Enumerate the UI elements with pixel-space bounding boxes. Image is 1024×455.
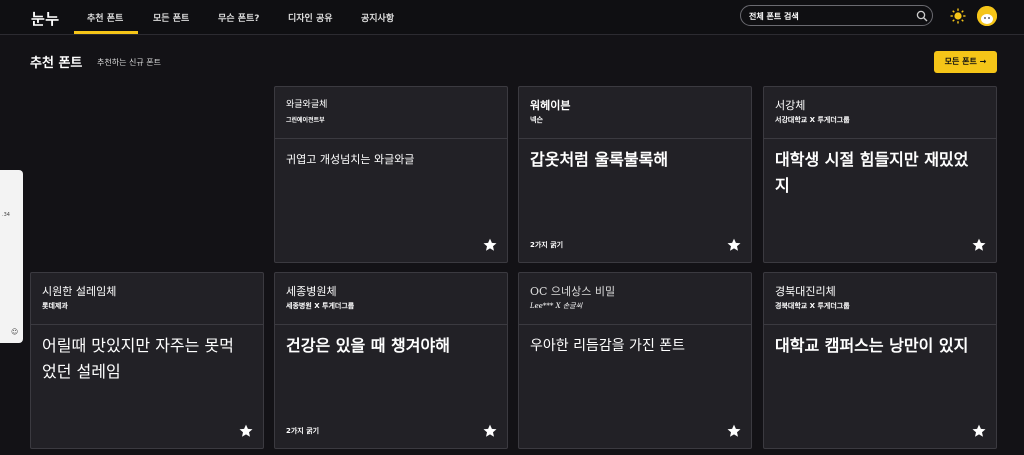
font-sample-text: 어릴때 맛있지만 자주는 못먹었던 설레임: [42, 336, 234, 381]
all-fonts-button[interactable]: 모든 폰트 →: [934, 51, 997, 73]
nav-all-fonts[interactable]: 모든 폰트: [153, 11, 189, 24]
font-card[interactable]: 시원한 설레임체 롯데제과 어릴때 맛있지만 자주는 못먹었던 설레임: [30, 272, 264, 449]
font-name: OC 으네상스 비밀: [530, 285, 616, 298]
star-icon[interactable]: [972, 238, 986, 252]
font-maker: 경북대학교 X 투게더그룹: [775, 302, 850, 310]
section-subtitle: 추천하는 신규 폰트: [97, 58, 161, 67]
font-sample-text: 우아한 리듬감을 가진 폰트: [530, 338, 686, 354]
side-widget[interactable]: .34 ☺: [0, 170, 23, 343]
font-maker: 넥슨: [530, 116, 543, 124]
active-nav-indicator: [74, 31, 138, 34]
font-weights: 2가지 굵기: [286, 427, 320, 435]
font-name: 서강체: [775, 99, 806, 112]
star-icon[interactable]: [483, 238, 497, 252]
sun-icon[interactable]: [950, 8, 966, 24]
font-card[interactable]: OC 으네상스 비밀 Lee*** X 손글씨 우아한 리듬감을 가진 폰트: [518, 272, 752, 449]
font-card-header: 워헤이븐 넥슨: [519, 87, 751, 139]
avatar[interactable]: [977, 6, 997, 26]
font-weights: 2가지 굵기: [530, 241, 564, 249]
font-sample-text: 귀엽고 개성넘치는 와글와글: [286, 153, 415, 166]
font-card-header: 세종병원체 세종병원 X 투게더그룹: [275, 273, 507, 325]
font-card[interactable]: 경북대진리체 경북대학교 X 투게더그룹 대학교 캠퍼스는 낭만이 있지: [763, 272, 997, 449]
font-card-header: 와글와글체 그린에이전트부: [275, 87, 507, 139]
nav-recommended-fonts[interactable]: 추천 폰트: [87, 11, 123, 24]
font-name: 경북대진리체: [775, 285, 836, 298]
font-card[interactable]: 서강체 서강대학교 X 투게더그룹 대학생 시절 힘들지만 재밌었지: [763, 86, 997, 263]
nav-notice[interactable]: 공지사항: [361, 11, 394, 24]
font-sample-text: 갑옷처럼 울록불록해: [530, 150, 669, 169]
star-icon[interactable]: [239, 424, 253, 438]
search-box: [740, 5, 933, 26]
nav-design-share[interactable]: 디자인 공유: [288, 11, 333, 24]
star-icon[interactable]: [483, 424, 497, 438]
font-name: 시원한 설레임체: [42, 285, 117, 298]
side-widget-number: .34: [2, 212, 10, 218]
font-maker: 롯데제과: [42, 302, 68, 310]
font-card-header: 경북대진리체 경북대학교 X 투게더그룹: [764, 273, 996, 325]
font-card-header: OC 으네상스 비밀 Lee*** X 손글씨: [519, 273, 751, 325]
site-logo[interactable]: 눈누: [31, 8, 60, 29]
font-card[interactable]: 워헤이븐 넥슨 갑옷처럼 울록불록해 2가지 굵기: [518, 86, 752, 263]
font-maker: 그린에이전트부: [286, 117, 325, 124]
nav-what-font[interactable]: 무슨 폰트?: [218, 11, 259, 24]
font-maker: 서강대학교 X 투게더그룹: [775, 116, 850, 124]
font-card-header: 서강체 서강대학교 X 투게더그룹: [764, 87, 996, 139]
emoji-face-icon: ☺: [11, 328, 19, 336]
star-icon[interactable]: [727, 424, 741, 438]
font-sample-text: 대학생 시절 힘들지만 재밌었지: [775, 150, 969, 195]
search-input[interactable]: [749, 9, 909, 23]
font-sample-text: 건강은 있을 때 챙겨야해: [286, 336, 450, 355]
font-name: 세종병원체: [286, 285, 337, 298]
font-card-header: 시원한 설레임체 롯데제과: [31, 273, 263, 325]
avatar-face-icon: [977, 6, 997, 26]
font-card[interactable]: 와글와글체 그린에이전트부 귀엽고 개성넘치는 와글와글: [274, 86, 508, 263]
font-name: 워헤이븐: [530, 99, 571, 112]
top-navigation-bar: 눈누 추천 폰트 모든 폰트 무슨 폰트? 디자인 공유 공지사항: [0, 0, 1024, 35]
star-icon[interactable]: [972, 424, 986, 438]
font-maker: Lee*** X 손글씨: [530, 302, 583, 310]
font-name: 와글와글체: [286, 100, 328, 110]
font-sample-text: 대학교 캠퍼스는 낭만이 있지: [775, 336, 969, 355]
font-maker: 세종병원 X 투게더그룹: [286, 302, 355, 310]
font-card[interactable]: 세종병원체 세종병원 X 투게더그룹 건강은 있을 때 챙겨야해 2가지 굵기: [274, 272, 508, 449]
star-icon[interactable]: [727, 238, 741, 252]
search-icon[interactable]: [916, 10, 928, 22]
section-title: 추천 폰트: [30, 56, 83, 71]
